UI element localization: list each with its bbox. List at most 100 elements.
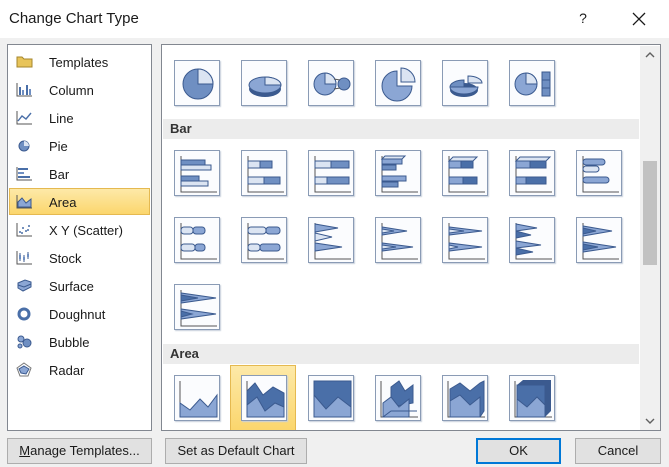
chevron-up-icon	[645, 52, 655, 58]
cancel-button[interactable]: Cancel	[575, 438, 661, 464]
category-label: Area	[49, 195, 77, 210]
clustered-bar-icon	[180, 156, 217, 193]
stock-chart-icon	[16, 251, 32, 265]
subtype-area[interactable]	[163, 365, 229, 430]
stacked-horizontal-cylinder-icon	[180, 223, 217, 260]
subtype-100-stacked-bar-3d[interactable]	[498, 140, 564, 206]
subtype-clustered-horizontal-cylinder[interactable]	[565, 140, 631, 206]
doughnut-chart-icon	[17, 307, 31, 321]
subtype-stacked-bar[interactable]	[230, 140, 296, 206]
gallery-scrollbar[interactable]	[640, 46, 660, 430]
exploded-pie-3d-icon	[449, 75, 483, 97]
clustered-horizontal-cylinder-icon	[582, 156, 619, 193]
stacked-area-3d-icon	[447, 380, 485, 418]
section-header-bar: Bar	[163, 119, 639, 139]
subtype-stacked-horizontal-cylinder[interactable]	[163, 207, 229, 273]
100-stacked-horizontal-pyramid-icon	[180, 290, 217, 327]
category-label: Templates	[49, 55, 109, 70]
stacked-bar-icon	[247, 156, 284, 193]
dialog-title: Change Chart Type	[9, 10, 139, 27]
subtype-stacked-horizontal-cone[interactable]	[364, 207, 430, 273]
column-chart-icon	[16, 83, 32, 97]
subtype-pie[interactable]	[163, 50, 229, 116]
category-pie[interactable]: Pie	[9, 132, 150, 159]
category-radar[interactable]: Radar	[9, 356, 150, 383]
surface-chart-icon	[17, 279, 32, 292]
stacked-area-icon	[246, 381, 285, 418]
ok-button[interactable]: OK	[476, 438, 561, 464]
line-chart-icon	[16, 111, 32, 125]
close-button[interactable]	[620, 0, 660, 36]
100-stacked-horizontal-cone-icon	[448, 223, 485, 260]
scroll-thumb[interactable]	[643, 161, 657, 265]
radar-chart-icon	[16, 362, 32, 377]
chart-subtype-gallery: Bar Area	[161, 44, 661, 431]
subtype-bar-of-pie[interactable]	[498, 50, 564, 116]
category-label: Radar	[49, 363, 85, 378]
clustered-horizontal-pyramid-icon	[515, 223, 552, 260]
category-label: Bar	[49, 167, 70, 182]
category-column[interactable]: Column	[9, 76, 150, 103]
subtype-100-stacked-area[interactable]	[297, 365, 363, 430]
category-label: Doughnut	[49, 307, 106, 322]
area-icon	[179, 381, 218, 418]
scatter-chart-icon	[16, 223, 32, 237]
category-label: Line	[49, 111, 74, 126]
subtype-stacked-area[interactable]	[230, 365, 296, 430]
stacked-bar-3d-icon	[447, 156, 485, 193]
category-label: Surface	[49, 279, 94, 294]
category-surface[interactable]: Surface	[9, 272, 150, 299]
subtype-clustered-bar[interactable]	[163, 140, 229, 206]
change-chart-type-dialog: Change Chart Type ? Templates Column Lin…	[0, 0, 669, 467]
help-button[interactable]: ?	[572, 0, 594, 36]
category-doughnut[interactable]: Doughnut	[9, 300, 150, 327]
100-stacked-area-icon	[313, 380, 352, 418]
subtype-100-stacked-horizontal-cone[interactable]	[431, 207, 497, 273]
subtype-exploded-pie-3d[interactable]	[431, 50, 497, 116]
set-default-chart-button[interactable]: Set as Default Chart	[165, 438, 307, 464]
clustered-bar-3d-icon	[380, 155, 418, 193]
category-label: Column	[49, 83, 94, 98]
pie-icon	[182, 68, 214, 100]
manage-templates-label: anage Templates...	[30, 443, 140, 458]
100-stacked-area-3d-icon	[514, 380, 552, 418]
category-xy-scatter[interactable]: X Y (Scatter)	[9, 216, 150, 243]
area-chart-icon	[16, 195, 32, 209]
subtype-exploded-pie[interactable]	[364, 50, 430, 116]
bar-of-pie-icon	[514, 71, 551, 97]
stacked-horizontal-cone-icon	[381, 223, 418, 260]
subtype-100-stacked-horizontal-cylinder[interactable]	[230, 207, 296, 273]
category-label: Stock	[49, 251, 82, 266]
category-templates[interactable]: Templates	[9, 48, 150, 75]
scroll-down-button[interactable]	[640, 412, 660, 430]
100-stacked-bar-3d-icon	[514, 156, 552, 193]
pie-3d-icon	[248, 76, 282, 97]
category-line[interactable]: Line	[9, 104, 150, 131]
chevron-down-icon	[645, 418, 655, 424]
subtype-clustered-bar-3d[interactable]	[364, 140, 430, 206]
subtype-clustered-horizontal-pyramid[interactable]	[498, 207, 564, 273]
close-icon	[632, 12, 646, 26]
subtype-pie-3d[interactable]	[230, 50, 296, 116]
scroll-up-button[interactable]	[640, 46, 660, 64]
subtype-stacked-area-3d[interactable]	[431, 365, 497, 430]
category-bar[interactable]: Bar	[9, 160, 150, 187]
subtype-100-stacked-area-3d[interactable]	[498, 365, 564, 430]
subtype-stacked-horizontal-pyramid[interactable]	[565, 207, 631, 273]
subtype-pie-of-pie[interactable]	[297, 50, 363, 116]
subtype-area-3d[interactable]	[364, 365, 430, 430]
category-label: Bubble	[49, 335, 90, 350]
subtype-100-stacked-horizontal-pyramid[interactable]	[163, 274, 229, 340]
section-header-area: Area	[163, 344, 639, 364]
subtype-clustered-horizontal-cone[interactable]	[297, 207, 363, 273]
category-bubble[interactable]: Bubble	[9, 328, 150, 355]
subtype-stacked-bar-3d[interactable]	[431, 140, 497, 206]
manage-templates-accelerator: M	[19, 443, 31, 458]
bar-chart-icon	[16, 167, 32, 181]
100-stacked-horizontal-cylinder-icon	[247, 223, 284, 260]
subtype-100-stacked-bar[interactable]	[297, 140, 363, 206]
category-stock[interactable]: Stock	[9, 244, 150, 271]
stacked-horizontal-pyramid-icon	[582, 223, 619, 260]
manage-templates-button[interactable]: Manage Templates...	[7, 438, 152, 464]
category-area[interactable]: Area	[9, 188, 150, 215]
